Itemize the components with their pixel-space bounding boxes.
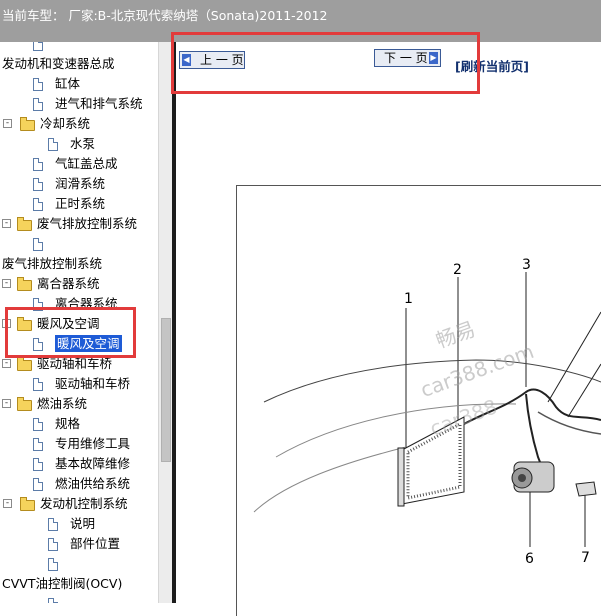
folder-icon (17, 357, 32, 371)
page-icon (33, 378, 43, 391)
tree-item-label: 水泵 (70, 136, 96, 151)
highlight-box-toolbar (171, 32, 480, 94)
page-icon (48, 598, 58, 603)
tree-item[interactable]: 正时系统 (0, 194, 158, 214)
tree-item[interactable]: 发动机和变速器总成 (0, 54, 158, 74)
tree-item[interactable]: 规格 (0, 414, 158, 434)
ac-component-diagram: 1 2 3 6 7 畅易 car388.com car388 (253, 257, 601, 567)
folder-icon (20, 497, 35, 511)
page-icon (33, 238, 43, 251)
tree-item[interactable]: - 废气排放控制系统 (0, 214, 158, 234)
tree-item-label: 发动机和变速器总成 (2, 56, 115, 71)
tree-item[interactable]: 进气和排气系统 (0, 94, 158, 114)
page-icon (48, 558, 58, 571)
tree-item[interactable] (0, 234, 158, 254)
tree-item[interactable] (0, 554, 158, 574)
page-icon (33, 418, 43, 431)
page-icon (33, 178, 43, 191)
collapse-toggle-icon[interactable]: - (2, 399, 11, 408)
page-icon (33, 158, 43, 171)
tree-item[interactable]: 说明 (0, 514, 158, 534)
tree-item-label: 缸体 (55, 76, 81, 91)
tree-item[interactable]: 废气排放控制系统 (0, 254, 158, 274)
compressor (511, 461, 555, 493)
tree-item[interactable]: - 离合器系统 (0, 274, 158, 294)
tree-item-label: 专用维修工具 (55, 436, 131, 451)
collapse-toggle-icon[interactable]: - (3, 499, 12, 508)
page-icon (33, 78, 43, 91)
tree-item[interactable]: - 燃油系统 (0, 394, 158, 414)
tree-item[interactable]: 润滑系统 (0, 174, 158, 194)
page-icon (48, 518, 58, 531)
tree-item[interactable]: 基本故障维修 (0, 454, 158, 474)
collapse-toggle-icon[interactable]: - (3, 119, 12, 128)
watermark-line-2: car388.com (417, 339, 537, 402)
page-icon (33, 42, 43, 51)
tree-item-label: 基本故障维修 (55, 456, 131, 471)
page-icon (33, 98, 43, 111)
folder-icon (17, 277, 32, 291)
tree-item[interactable] (0, 594, 158, 603)
leader-line-4 (547, 311, 601, 403)
scrollbar-thumb[interactable] (161, 318, 171, 462)
tree-item[interactable]: 气缸盖总成 (0, 154, 158, 174)
page-icon (33, 458, 43, 471)
highlight-box-tree (5, 307, 136, 358)
collapse-toggle-icon[interactable]: - (2, 359, 11, 368)
tree-item-label: 废气排放控制系统 (2, 256, 103, 271)
tree-item[interactable]: 驱动轴和车桥 (0, 374, 158, 394)
tree-item[interactable]: 部件位置 (0, 534, 158, 554)
callout-6: 6 (525, 551, 534, 567)
folder-icon (17, 217, 32, 231)
watermark-line-1: 畅易 (433, 317, 479, 353)
callout-3: 3 (522, 257, 531, 273)
callout-7: 7 (581, 550, 590, 566)
collapse-toggle-icon[interactable]: - (2, 279, 11, 288)
tree-item[interactable]: 专用维修工具 (0, 434, 158, 454)
tree-item-label: 规格 (55, 416, 81, 431)
page-icon (33, 438, 43, 451)
tree-item[interactable]: CVVT油控制阀(OCV) (0, 574, 158, 594)
tree-item-label: 燃油供给系统 (55, 476, 131, 491)
folder-icon (20, 117, 35, 131)
tree-item-label: 润滑系统 (55, 176, 106, 191)
current-model-title: 当前车型： 厂家:B-北京现代索纳塔（Sonata)2011-2012 (2, 8, 328, 23)
tree-item-label: CVVT油控制阀(OCV) (2, 576, 123, 591)
tree-item-label: 废气排放控制系统 (37, 216, 138, 231)
tree-item[interactable]: 缸体 (0, 74, 158, 94)
tree-item[interactable]: 燃油供给系统 (0, 474, 158, 494)
tree-item[interactable] (0, 42, 158, 54)
tree-item-label: 进气和排气系统 (55, 96, 143, 111)
tree-item-label: 气缸盖总成 (55, 156, 118, 171)
page-icon (33, 198, 43, 211)
callout-1: 1 (404, 291, 413, 307)
tree-item-label: 部件位置 (70, 536, 121, 551)
leader-line-5 (567, 363, 601, 418)
tree-item[interactable]: 水泵 (0, 134, 158, 154)
page-icon (48, 538, 58, 551)
page-icon (33, 478, 43, 491)
tree-item[interactable]: - 发动机控制系统 (0, 494, 158, 514)
tree-item-label: 离合器系统 (37, 276, 100, 291)
tree-item-label: 冷却系统 (40, 116, 91, 131)
tree-item-label: 正时系统 (55, 196, 106, 211)
tree-item-label: 燃油系统 (37, 396, 88, 411)
tree-scrollbar[interactable] (158, 42, 173, 603)
tree-item-label: 说明 (70, 516, 96, 531)
content-pane: ◀ 上 一 页 下 一 页 ▶ [刷新当前页] 1 2 3 6 7 畅易 car… (176, 42, 601, 616)
folder-icon (17, 397, 32, 411)
pressure-sensor (575, 481, 597, 497)
collapse-toggle-icon[interactable]: - (2, 219, 11, 228)
page-icon (48, 138, 58, 151)
tree-item-label: 发动机控制系统 (40, 496, 128, 511)
tree-item[interactable]: - 冷却系统 (0, 114, 158, 134)
tree-item-label: 驱动轴和车桥 (55, 376, 131, 391)
callout-2: 2 (453, 262, 462, 278)
